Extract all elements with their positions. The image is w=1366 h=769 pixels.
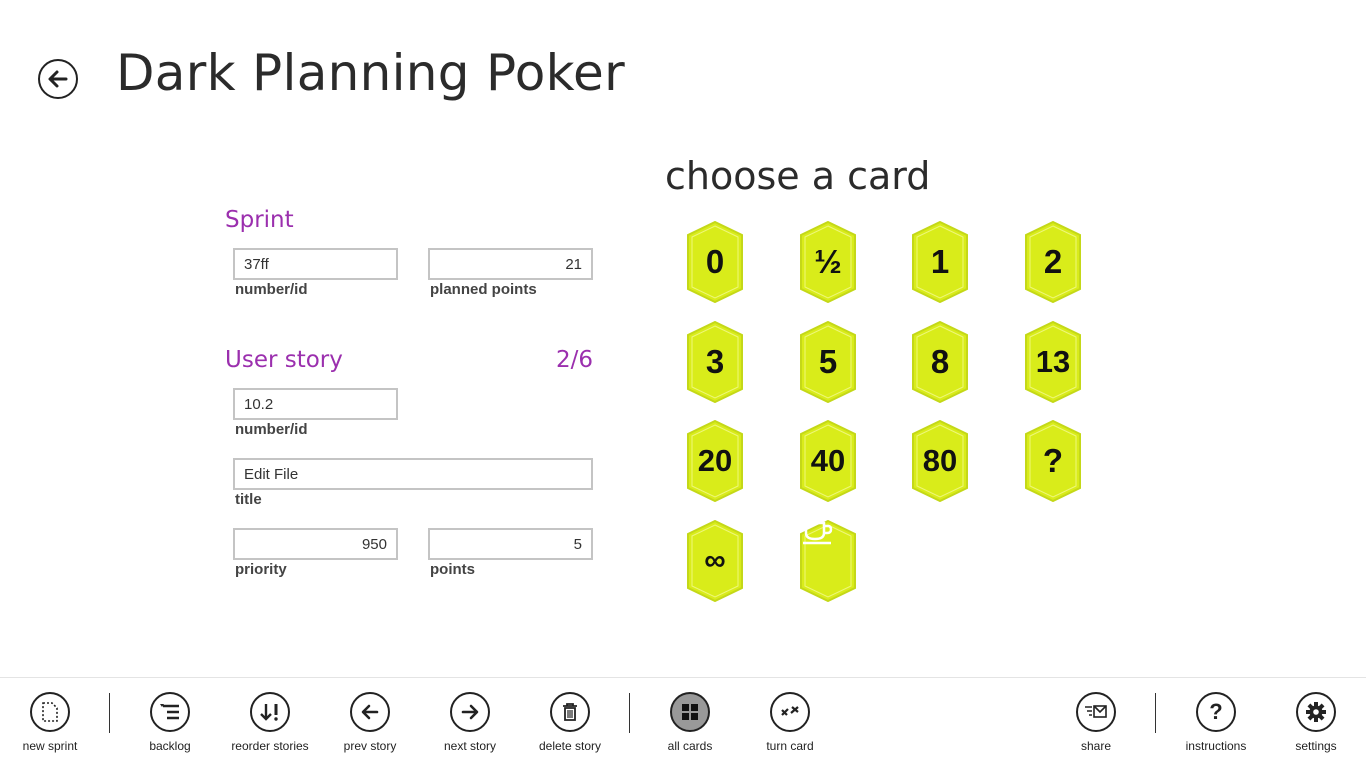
card-coffee[interactable] bbox=[800, 520, 856, 602]
instructions-button[interactable]: ? instructions bbox=[1166, 692, 1266, 753]
turn-card-button[interactable]: turn card bbox=[740, 692, 840, 753]
card-value: ∞ bbox=[704, 544, 726, 577]
card-40[interactable]: 40 bbox=[800, 420, 856, 502]
reorder-stories-label: reorder stories bbox=[231, 739, 309, 753]
card-3[interactable]: 3 bbox=[687, 321, 743, 403]
sprint-number-label: number/id bbox=[235, 281, 308, 298]
card-half[interactable]: ½ bbox=[800, 221, 856, 303]
prev-story-button[interactable]: prev story bbox=[320, 692, 420, 753]
turn-icon bbox=[781, 706, 799, 716]
coffee-cup-icon bbox=[800, 520, 856, 602]
choose-card-heading: choose a card bbox=[665, 154, 931, 198]
priority-label: priority bbox=[235, 561, 287, 578]
card-value: 13 bbox=[1035, 344, 1071, 379]
sprint-heading: Sprint bbox=[225, 207, 294, 233]
card-value: 2 bbox=[1043, 243, 1063, 280]
card-infinity[interactable]: ∞ bbox=[687, 520, 743, 602]
gear-icon bbox=[1306, 702, 1326, 722]
card-8[interactable]: 8 bbox=[912, 321, 968, 403]
next-story-button[interactable]: next story bbox=[420, 692, 520, 753]
points-label: points bbox=[430, 561, 475, 578]
page-title: Dark Planning Poker bbox=[116, 44, 625, 102]
backlog-button[interactable]: backlog bbox=[120, 692, 220, 753]
prev-story-label: prev story bbox=[343, 739, 397, 753]
card-question[interactable]: ? bbox=[1025, 420, 1081, 502]
delete-story-label: delete story bbox=[538, 739, 602, 753]
all-cards-button[interactable]: all cards bbox=[640, 692, 740, 753]
user-story-heading: User story bbox=[225, 347, 343, 373]
story-number-field[interactable] bbox=[233, 388, 398, 420]
settings-label: settings bbox=[1295, 739, 1337, 753]
priority-field[interactable] bbox=[233, 528, 398, 560]
card-0[interactable]: 0 bbox=[687, 221, 743, 303]
story-title-label: title bbox=[235, 491, 262, 508]
card-value: 40 bbox=[810, 443, 846, 478]
card-value: 3 bbox=[705, 343, 725, 380]
arrow-right-icon bbox=[461, 704, 479, 720]
story-title-field[interactable] bbox=[233, 458, 593, 490]
card-value: 80 bbox=[922, 443, 958, 478]
turn-card-label: turn card bbox=[766, 739, 814, 753]
instructions-label: instructions bbox=[1185, 739, 1247, 753]
card-1[interactable]: 1 bbox=[912, 221, 968, 303]
story-counter: 2/6 bbox=[555, 347, 593, 373]
new-document-icon bbox=[42, 702, 58, 722]
card-80[interactable]: 80 bbox=[912, 420, 968, 502]
divider bbox=[1155, 693, 1156, 733]
card-5[interactable]: 5 bbox=[800, 321, 856, 403]
back-button[interactable] bbox=[38, 59, 78, 99]
share-mail-icon bbox=[1085, 705, 1107, 718]
delete-story-button[interactable]: delete story bbox=[520, 692, 620, 753]
sprint-number-field[interactable] bbox=[233, 248, 398, 280]
arrow-left-icon bbox=[48, 70, 68, 88]
card-20[interactable]: 20 bbox=[687, 420, 743, 502]
card-value: 8 bbox=[930, 343, 950, 380]
app-bar: new sprint backlog reorder stories prev … bbox=[0, 677, 1366, 769]
card-13[interactable]: 13 bbox=[1025, 321, 1081, 403]
arrow-left-icon bbox=[361, 704, 379, 720]
backlog-label: backlog bbox=[149, 739, 191, 753]
grid-icon bbox=[682, 704, 698, 720]
sort-down-icon bbox=[260, 704, 278, 721]
next-story-label: next story bbox=[443, 739, 497, 753]
trash-icon bbox=[563, 703, 577, 721]
card-value: ? bbox=[1042, 442, 1064, 479]
new-sprint-button[interactable]: new sprint bbox=[0, 692, 100, 753]
card-value: 20 bbox=[697, 443, 733, 478]
card-value: 0 bbox=[705, 243, 725, 280]
question-icon: ? bbox=[1209, 699, 1223, 724]
divider bbox=[109, 693, 110, 733]
card-value: 5 bbox=[818, 343, 838, 380]
story-number-label: number/id bbox=[235, 421, 308, 438]
all-cards-label: all cards bbox=[667, 739, 713, 753]
share-button[interactable]: share bbox=[1046, 692, 1146, 753]
share-label: share bbox=[1080, 739, 1112, 753]
points-field[interactable] bbox=[428, 528, 593, 560]
reorder-stories-button[interactable]: reorder stories bbox=[220, 692, 320, 753]
divider bbox=[629, 693, 630, 733]
planned-points-field[interactable] bbox=[428, 248, 593, 280]
list-icon bbox=[160, 704, 179, 720]
new-sprint-label: new sprint bbox=[22, 739, 78, 753]
card-value: ½ bbox=[814, 243, 842, 280]
planned-points-label: planned points bbox=[430, 281, 537, 298]
settings-button[interactable]: settings bbox=[1266, 692, 1366, 753]
card-2[interactable]: 2 bbox=[1025, 221, 1081, 303]
card-value: 1 bbox=[930, 243, 950, 280]
